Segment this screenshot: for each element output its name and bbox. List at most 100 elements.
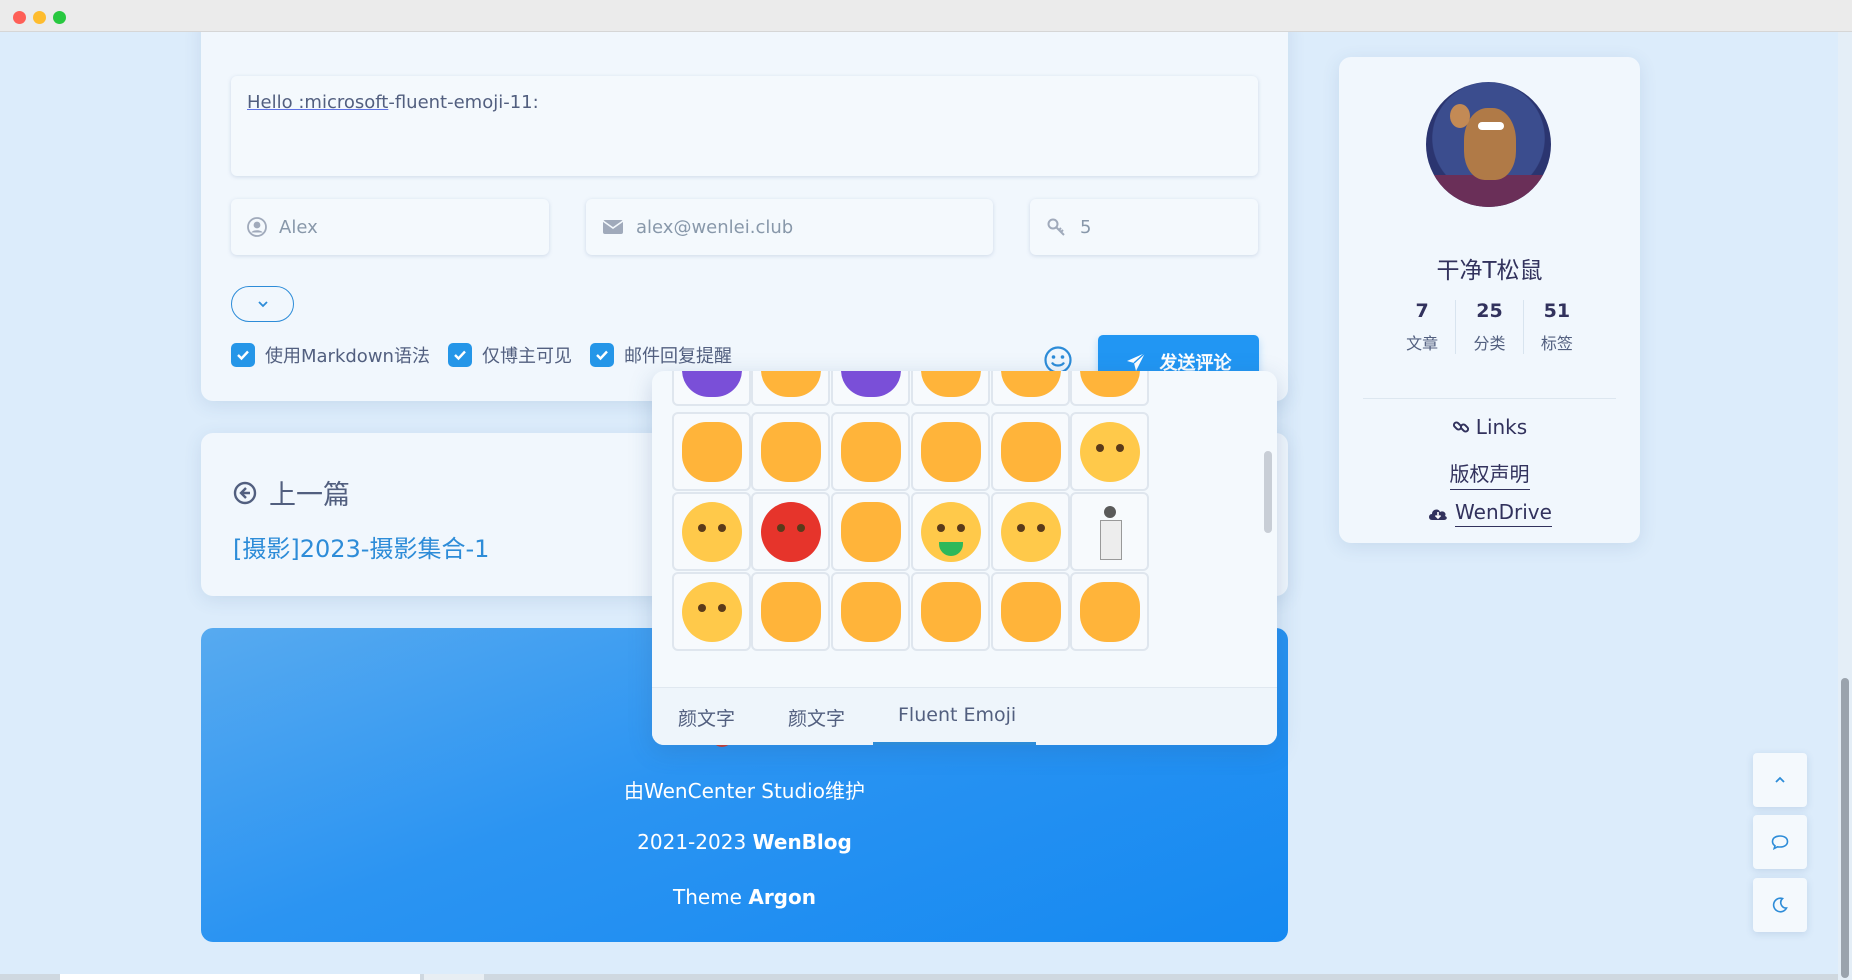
- emoji-zany-face[interactable]: [1070, 412, 1149, 491]
- email-notify-checkbox[interactable]: 邮件回复提醒: [589, 342, 732, 368]
- wendrive-link-label: WenDrive: [1455, 500, 1552, 527]
- dark-mode-toggle[interactable]: [1753, 878, 1807, 932]
- chevron-down-icon: [257, 301, 268, 308]
- open-hands-icon: [1079, 581, 1140, 642]
- emoji-cursing-face[interactable]: [751, 492, 830, 571]
- pointing-right-alt-icon: [1000, 581, 1061, 642]
- wendrive-link[interactable]: WenDrive: [1339, 500, 1640, 527]
- emoji-picker-panel: 颜文字 颜文字 Fluent Emoji: [652, 371, 1277, 745]
- minimize-window-button[interactable]: [33, 11, 46, 24]
- bottom-bar-tab[interactable]: [60, 974, 420, 980]
- textarea-text-underlined: Hello :microsoft: [247, 92, 389, 113]
- emoji-flexed-hand[interactable]: [911, 371, 990, 406]
- emoji-left-facing-fist[interactable]: [672, 412, 751, 491]
- prev-post-link[interactable]: [摄影]2023-摄影集合-1: [233, 529, 489, 564]
- markdown-checkbox[interactable]: 使用Markdown语法: [231, 342, 430, 368]
- emoji-purple-heart-hands[interactable]: [672, 371, 751, 406]
- emoji-pointing-right-alt[interactable]: [991, 572, 1070, 651]
- private-checkbox[interactable]: 仅博主可见: [447, 342, 572, 368]
- emoji-person-fencing[interactable]: [1070, 492, 1149, 571]
- author-profile-card: 干净T松鼠 7 文章 25 分类 51 标签 Links 版权声明 WenDrive: [1339, 57, 1640, 543]
- links-link[interactable]: Links: [1339, 415, 1640, 439]
- prev-post-heading: 上一篇: [233, 473, 350, 512]
- markdown-checkbox-label: 使用Markdown语法: [265, 346, 430, 367]
- name-field[interactable]: Alex: [231, 199, 549, 255]
- vomiting-face-icon: [920, 501, 981, 562]
- emoji-shushing-face[interactable]: [672, 492, 751, 571]
- stat-tags[interactable]: 51 标签: [1524, 300, 1590, 354]
- email-notify-checkbox-label: 邮件回复提醒: [623, 346, 732, 367]
- emoji-open-hands[interactable]: [1070, 572, 1149, 651]
- tab-fluent-emoji[interactable]: Fluent Emoji: [898, 704, 1016, 726]
- footer-theme-prefix: Theme: [673, 885, 749, 909]
- back-to-top-button[interactable]: [1753, 753, 1807, 807]
- love-you-gesture-icon: [1000, 421, 1061, 482]
- palms-up-purple-icon: [840, 371, 901, 397]
- footer-blog-name[interactable]: WenBlog: [753, 830, 852, 854]
- close-window-button[interactable]: [13, 11, 26, 24]
- cursing-face-icon: [760, 501, 821, 562]
- copyright-link-label: 版权声明: [1449, 458, 1530, 490]
- user-icon: [247, 217, 267, 237]
- emoji-index-pointing-down[interactable]: [831, 572, 910, 651]
- footer-maintainer-line: 由WenCenter Studio维护: [624, 779, 865, 803]
- emoji-tabs: 颜文字 颜文字 Fluent Emoji: [652, 687, 1277, 745]
- shushing-face-icon: [681, 501, 742, 562]
- email-field-value: alex@wenlei.club: [636, 216, 794, 238]
- comment-icon: [1771, 835, 1789, 850]
- emoji-crossed-fingers[interactable]: [911, 412, 990, 491]
- emoji-scrollbar-thumb[interactable]: [1264, 451, 1272, 533]
- comment-textarea[interactable]: Hello :microsoft-fluent-emoji-11:: [231, 76, 1258, 176]
- moon-icon: [1772, 897, 1788, 913]
- emoji-love-you-gesture[interactable]: [991, 412, 1070, 491]
- stat-categories-label: 分类: [1473, 334, 1506, 353]
- tab-kaomoji-2[interactable]: 颜文字: [788, 704, 845, 731]
- footer-theme-name[interactable]: Argon: [748, 885, 816, 909]
- envelope-icon: [602, 220, 624, 234]
- page-scrollbar-thumb[interactable]: [1841, 678, 1849, 978]
- handshake-icon: [840, 421, 901, 482]
- arrow-circle-left-icon: [233, 481, 257, 504]
- checkbox-checked-icon: [231, 343, 255, 367]
- key-icon: [1047, 218, 1065, 236]
- captcha-field[interactable]: 5: [1030, 199, 1258, 255]
- emoji-pointing-right[interactable]: [911, 572, 990, 651]
- emoji-exploding-head[interactable]: [991, 492, 1070, 571]
- tab-kaomoji-1[interactable]: 颜文字: [678, 704, 735, 731]
- checkbox-checked-icon: [447, 343, 472, 367]
- stat-posts[interactable]: 7 文章: [1389, 300, 1457, 354]
- email-field[interactable]: alex@wenlei.club: [586, 199, 993, 255]
- maximize-window-button[interactable]: [53, 11, 66, 24]
- emoji-handshake[interactable]: [831, 412, 910, 491]
- emoji-hand-over-mouth[interactable]: [831, 492, 910, 571]
- copyright-link[interactable]: 版权声明: [1339, 458, 1640, 490]
- comment-options: 使用Markdown语法 仅博主可见 邮件回复提醒: [231, 342, 750, 368]
- pointing-right-icon: [920, 581, 981, 642]
- emoji-pinched-hand[interactable]: [991, 371, 1070, 406]
- captcha-field-value: 5: [1080, 216, 1092, 238]
- avatar[interactable]: [1426, 82, 1551, 207]
- checkbox-checked-icon: [589, 343, 614, 367]
- emoji-palms-up-purple[interactable]: [831, 371, 910, 406]
- pinched-hand-icon: [1000, 371, 1061, 397]
- emoji-vomiting-face[interactable]: [911, 492, 990, 571]
- link-icon: [1452, 421, 1469, 433]
- left-facing-fist-icon: [681, 421, 742, 482]
- goto-comments-button[interactable]: [1753, 815, 1807, 869]
- bottom-bar-tab-secondary[interactable]: [424, 974, 484, 980]
- emoji-raising-hands[interactable]: [751, 371, 830, 406]
- emoji-pensive-face[interactable]: [672, 572, 751, 651]
- emoji-palm-hand[interactable]: [1070, 371, 1149, 406]
- stat-tags-label: 标签: [1540, 334, 1573, 353]
- expand-options-button[interactable]: [231, 286, 294, 322]
- emoji-oncoming-fist[interactable]: [751, 412, 830, 491]
- footer-copyright-line: 2021-2023 WenBlog: [201, 830, 1288, 854]
- footer-theme-line: Theme Argon: [201, 885, 1288, 909]
- footer-years: 2021-2023: [637, 830, 753, 854]
- active-tab-indicator: [873, 742, 1036, 745]
- pensive-face-icon: [681, 581, 742, 642]
- stat-posts-label: 文章: [1406, 334, 1439, 353]
- emoji-index-pointing-up[interactable]: [751, 572, 830, 651]
- index-pointing-up-icon: [760, 581, 821, 642]
- stat-categories[interactable]: 25 分类: [1456, 300, 1524, 354]
